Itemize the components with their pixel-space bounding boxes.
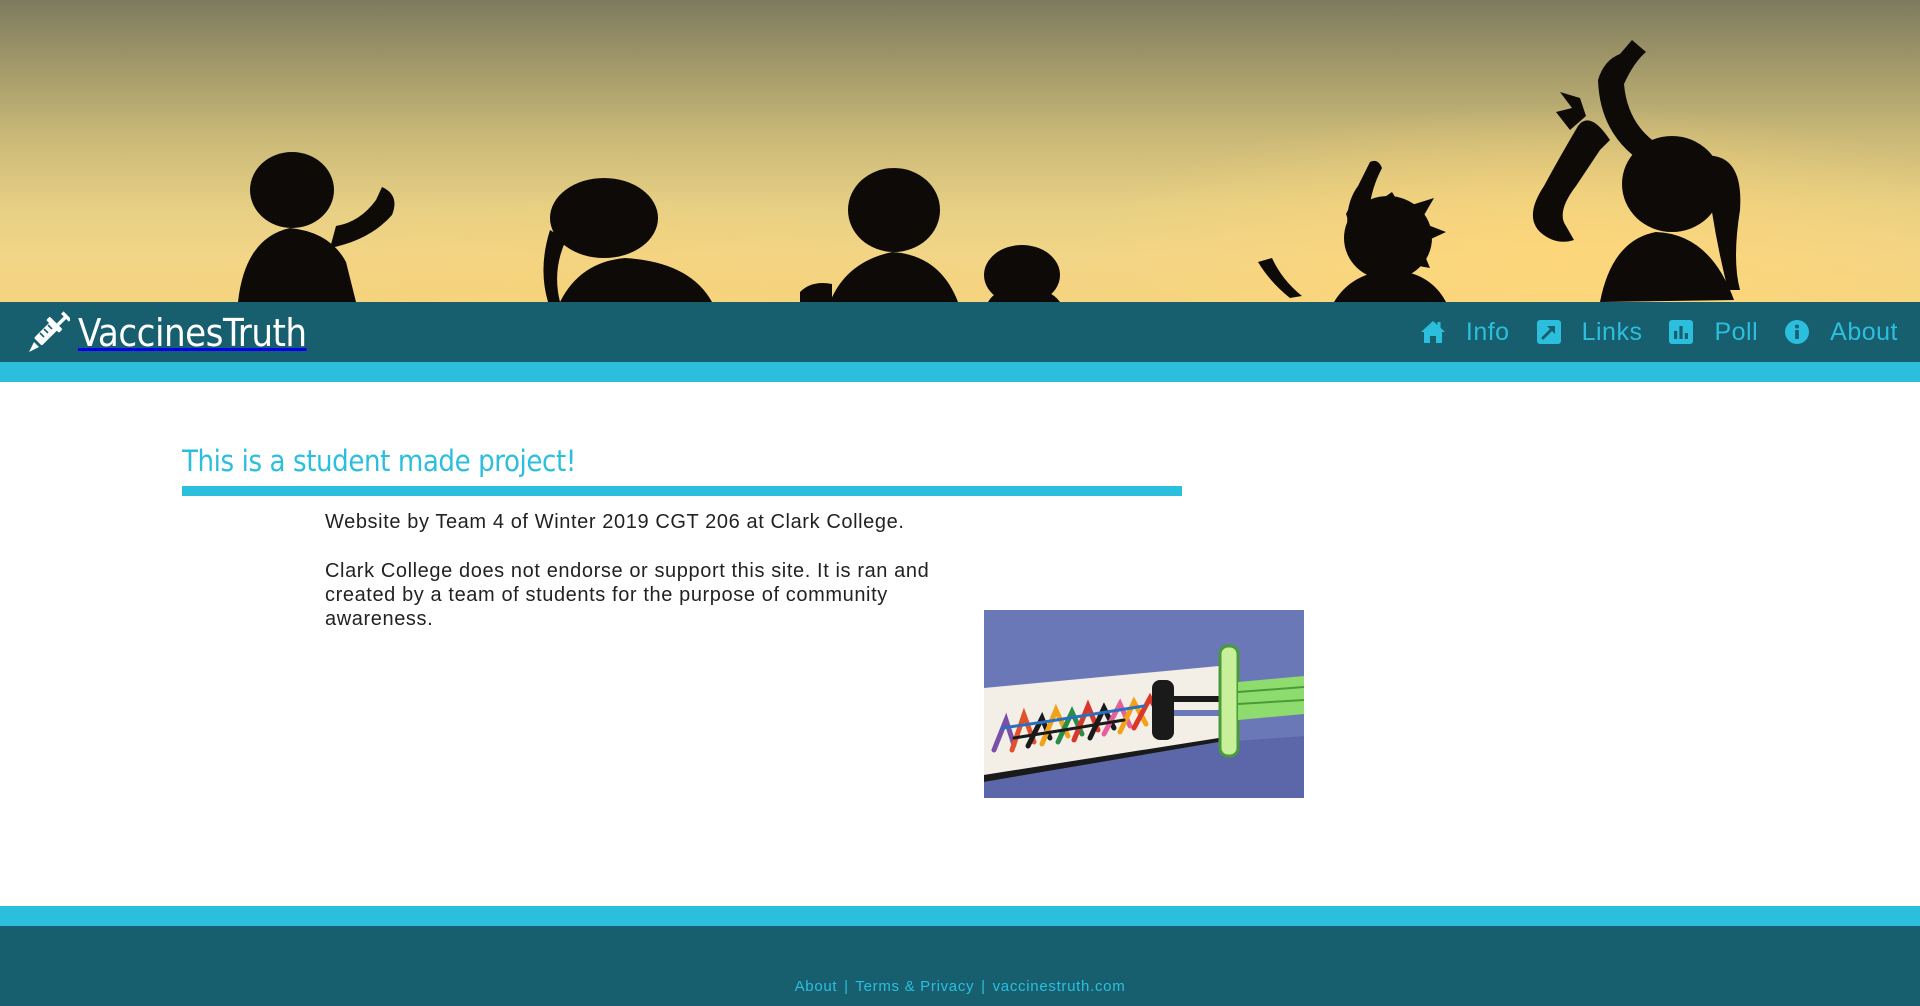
bar-chart-icon bbox=[1669, 320, 1694, 344]
nav-item-label: About bbox=[1830, 317, 1898, 346]
disclaimer-paragraph: Clark College does not endorse or suppor… bbox=[325, 560, 930, 630]
nav-item-label: Poll bbox=[1714, 317, 1759, 346]
footer-about-link[interactable]: About bbox=[795, 978, 838, 995]
footer-domain-link[interactable]: vaccinestruth.com bbox=[993, 978, 1126, 995]
hero-banner bbox=[0, 0, 1920, 302]
main-content: This is a student made project! Website … bbox=[0, 382, 1920, 906]
credit-paragraph: Website by Team 4 of Winter 2019 CGT 206… bbox=[325, 511, 905, 533]
footer-separator: | bbox=[981, 978, 986, 995]
nav-item-label: Links bbox=[1581, 317, 1643, 346]
syringe-icon bbox=[29, 311, 70, 352]
nav-item-info[interactable]: Info bbox=[1420, 318, 1510, 347]
main-nav: Info Links Poll About bbox=[1394, 302, 1898, 362]
top-navbar: VaccinesTruth Info Links Poll About bbox=[0, 302, 1920, 382]
footer-terms-link[interactable]: Terms & Privacy bbox=[855, 978, 974, 995]
brand-name: VaccinesTruth bbox=[78, 311, 307, 355]
nav-item-label: Info bbox=[1465, 317, 1510, 346]
children-silhouettes-image bbox=[238, 40, 1741, 302]
page-title: This is a student made project! bbox=[182, 444, 576, 478]
info-icon bbox=[1785, 320, 1810, 344]
external-link-icon bbox=[1536, 320, 1561, 344]
brand-home-link[interactable]: VaccinesTruth bbox=[26, 310, 307, 356]
home-icon bbox=[1420, 321, 1445, 343]
footer-links: About | Terms & Privacy | vaccinestruth.… bbox=[0, 978, 1920, 995]
footer-separator: | bbox=[844, 978, 849, 995]
footer: About | Terms & Privacy | vaccinestruth.… bbox=[0, 906, 1920, 1006]
nav-item-links[interactable]: Links bbox=[1536, 318, 1643, 347]
nav-item-about[interactable]: About bbox=[1784, 318, 1898, 347]
title-underline bbox=[182, 486, 1182, 496]
vaccine-syringe-illustration bbox=[984, 610, 1304, 798]
nav-item-poll[interactable]: Poll bbox=[1668, 318, 1758, 347]
